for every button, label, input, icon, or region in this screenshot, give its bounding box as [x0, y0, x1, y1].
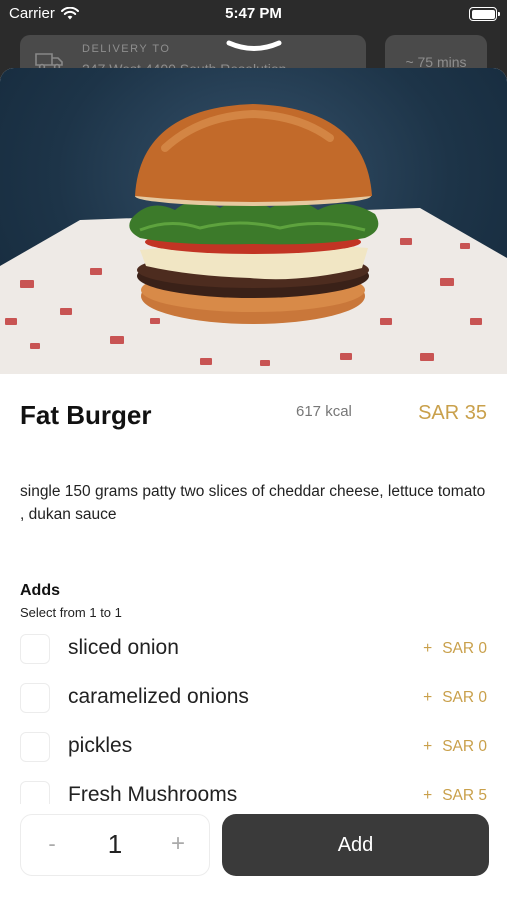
delivery-label: DELIVERY TO [82, 43, 171, 55]
product-calories: 617 kcal [296, 403, 352, 420]
option-label: Fresh Mushrooms [68, 783, 238, 804]
product-description: single 150 grams patty two slices of che… [20, 483, 486, 523]
option-label: caramelized onions [68, 685, 249, 708]
sheet-drag-handle-icon[interactable] [226, 40, 282, 56]
option-plus-sign: + [423, 640, 433, 657]
increase-quantity-button[interactable]: + [165, 830, 191, 858]
clock: 5:47 PM [225, 5, 282, 22]
option-price: + SAR 5 [423, 787, 487, 804]
option-plus-sign: + [423, 689, 433, 706]
option-price-value: SAR 0 [442, 640, 487, 657]
product-image [0, 68, 507, 374]
add-to-cart-button[interactable]: Add [222, 814, 489, 876]
option-plus-sign: + [423, 787, 433, 804]
option-checkbox[interactable] [20, 683, 50, 713]
option-checkbox[interactable] [20, 634, 50, 664]
option-fresh-mushrooms[interactable]: Fresh Mushrooms + SAR 5 [20, 775, 487, 804]
product-sheet: Fat Burger 617 kcal SAR 35 single 150 gr… [0, 68, 507, 900]
option-label: sliced onion [68, 636, 179, 659]
status-bar: Carrier 5:47 PM [0, 0, 507, 30]
option-price: + SAR 0 [423, 738, 487, 756]
adds-section-title: Adds [20, 582, 60, 599]
option-price: + SAR 0 [423, 640, 487, 658]
option-price-value: SAR 0 [442, 738, 487, 755]
adds-options-list: sliced onion + SAR 0 caramelized onions +… [0, 628, 507, 804]
option-price: + SAR 0 [423, 689, 487, 707]
option-checkbox[interactable] [20, 781, 50, 804]
product-header: Fat Burger 617 kcal SAR 35 [20, 400, 487, 440]
option-caramelized-onions[interactable]: caramelized onions + SAR 0 [20, 677, 487, 717]
option-price-value: SAR 0 [442, 689, 487, 706]
quantity-stepper: - 1 + [20, 814, 210, 876]
product-name: Fat Burger [20, 400, 152, 430]
adds-section-subtitle: Select from 1 to 1 [20, 605, 122, 620]
option-checkbox[interactable] [20, 732, 50, 762]
option-label: pickles [68, 734, 133, 757]
option-plus-sign: + [423, 738, 433, 755]
cart-bar: - 1 + Add [0, 804, 507, 900]
option-sliced-onion[interactable]: sliced onion + SAR 0 [20, 628, 487, 668]
option-price-value: SAR 5 [442, 787, 487, 804]
product-price: SAR 35 [418, 402, 487, 424]
battery-icon [469, 7, 500, 21]
option-pickles[interactable]: pickles + SAR 0 [20, 726, 487, 766]
